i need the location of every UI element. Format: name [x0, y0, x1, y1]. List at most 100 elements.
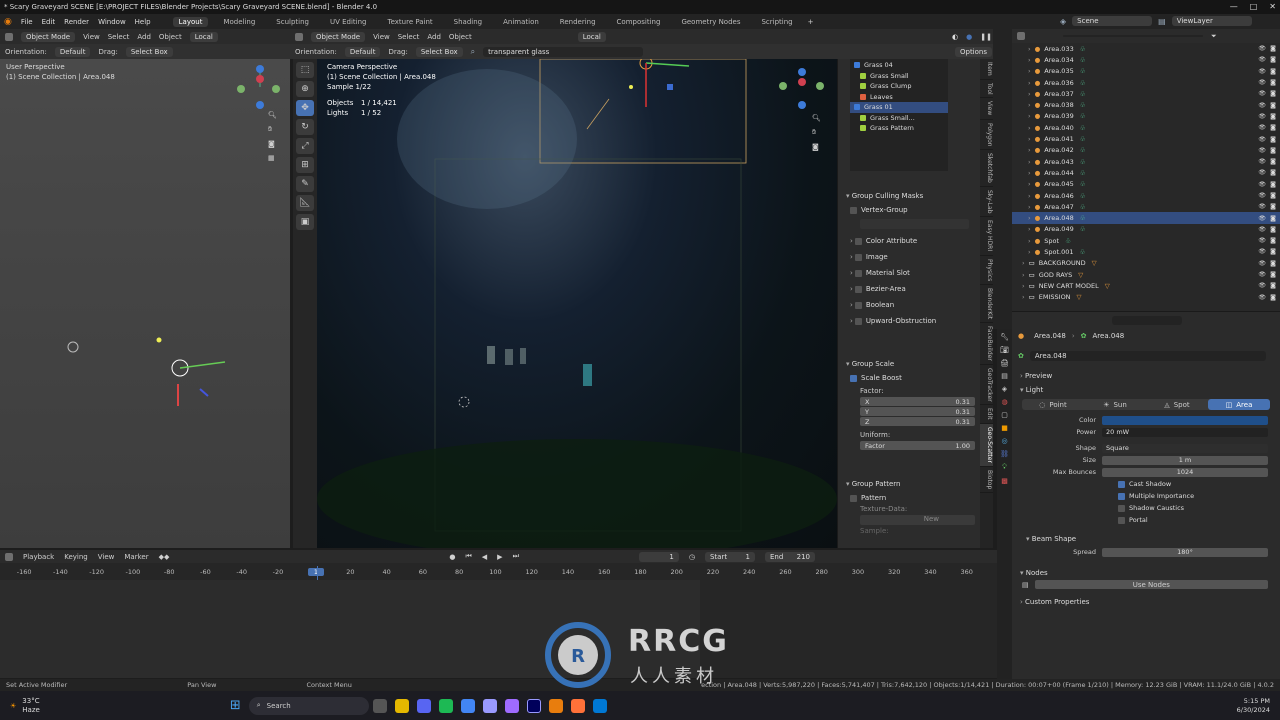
render-camera-icon[interactable]: ◙ [1270, 282, 1276, 289]
scatter-tree-item[interactable]: Grass Small [850, 71, 948, 82]
visibility-eye-icon[interactable]: 👁︎ [1258, 124, 1266, 131]
shape-select[interactable]: Square [1102, 443, 1268, 453]
left-menu-object[interactable]: Object [159, 33, 182, 41]
mask-row[interactable]: › Bezier-Area [838, 281, 981, 297]
cam-editor-type-icon[interactable] [295, 32, 303, 41]
sidebar-tab[interactable]: Sketchfab [980, 150, 993, 187]
scatter-tree-item[interactable]: Grass Pattern [850, 123, 948, 134]
discord-icon[interactable] [416, 698, 431, 713]
render-camera-icon[interactable]: ◙ [1270, 90, 1276, 97]
expand-arrow-icon[interactable]: › [1022, 293, 1025, 301]
tab-compositing[interactable]: Compositing [611, 17, 667, 27]
expand-arrow-icon[interactable]: › [1028, 112, 1031, 120]
light-option-row[interactable]: Shadow Caustics [1118, 502, 1280, 514]
left-drag-select[interactable]: Select Box [125, 46, 173, 57]
minimize-icon[interactable]: — [1230, 2, 1238, 11]
mask-expand-icon[interactable]: › [850, 237, 853, 245]
sidebar-tab[interactable]: FaceBuilder [980, 323, 993, 365]
visibility-eye-icon[interactable]: 👁︎ [1258, 181, 1266, 188]
add-cube-tool-icon[interactable]: ▣ [296, 214, 314, 230]
outliner-row[interactable]: › ● Area.048 ♧ 👁︎ ◙ [1012, 212, 1280, 224]
outliner-row[interactable]: › ● Area.041 ♧ 👁︎ ◙ [1012, 133, 1280, 144]
render-props-icon[interactable]: 📷︎ [1000, 346, 1009, 354]
render-camera-icon[interactable]: ◙ [1270, 124, 1276, 131]
cam-menu-view[interactable]: View [373, 33, 390, 41]
uniform-factor-field[interactable]: Factor 1.00 [860, 441, 975, 450]
search-input[interactable]: transparent glass [483, 46, 644, 57]
left-orientation-select[interactable]: Default [54, 46, 91, 57]
expand-arrow-icon[interactable]: › [1028, 56, 1031, 64]
outliner-row[interactable]: › ● Area.044 ♧ 👁︎ ◙ [1012, 167, 1280, 178]
expand-arrow-icon[interactable]: › [1028, 192, 1031, 200]
outliner-row[interactable]: › ● Spot.001 ♧ 👁︎ ◙ [1012, 246, 1280, 257]
light-type-sun[interactable]: ☀ Sun [1084, 399, 1146, 410]
visibility-eye-icon[interactable]: 👁︎ [1258, 294, 1266, 301]
render-camera-icon[interactable]: ◙ [1270, 102, 1276, 109]
task-view-icon[interactable] [372, 698, 387, 713]
mask-checkbox[interactable] [854, 269, 862, 277]
scene-selector[interactable]: Scene [1072, 16, 1153, 26]
visibility-eye-icon[interactable]: 👁︎ [1258, 45, 1266, 52]
outliner-row[interactable]: › ● Spot ♧ 👁︎ ◙ [1012, 235, 1280, 246]
file-explorer-icon[interactable] [394, 698, 409, 713]
add-workspace-icon[interactable]: + [808, 18, 814, 26]
outliner-row[interactable]: › ● Area.046 ♧ 👁︎ ◙ [1012, 190, 1280, 201]
firefox-icon[interactable] [570, 698, 585, 713]
use-nodes-button[interactable]: Use Nodes [1034, 580, 1268, 589]
after-effects-icon[interactable] [482, 698, 497, 713]
tab-scripting[interactable]: Scripting [755, 17, 798, 27]
object-props-icon[interactable]: ■ [1001, 424, 1008, 432]
cam-menu-select[interactable]: Select [398, 33, 420, 41]
sidebar-tab[interactable]: Sky-Lab [980, 187, 993, 218]
render-camera-icon[interactable]: ◙ [1270, 136, 1276, 143]
sidebar-tab[interactable]: Easy HDRI [980, 217, 993, 256]
options-button[interactable]: Options [954, 46, 992, 57]
scatter-tree-item[interactable]: Grass 01 [850, 102, 948, 113]
expand-arrow-icon[interactable]: › [1022, 282, 1025, 290]
sidebar-tab[interactable]: Physics [980, 256, 993, 285]
left-menu-view[interactable]: View [83, 33, 100, 41]
render-camera-icon[interactable]: ◙ [1270, 237, 1276, 244]
light-option-checkbox[interactable] [1118, 480, 1125, 488]
light-option-checkbox[interactable] [1118, 492, 1125, 500]
factor-y-field[interactable]: Y 0.31 [860, 407, 975, 416]
outliner-row[interactable]: › ▭ EMISSION ▽ 👁︎ ◙ [1012, 292, 1280, 303]
cam-transform-orient[interactable]: Local [577, 31, 606, 42]
expand-arrow-icon[interactable]: › [1022, 259, 1025, 267]
expand-arrow-icon[interactable]: › [1028, 237, 1031, 245]
edge-icon[interactable] [592, 698, 607, 713]
light-option-row[interactable]: Portal [1118, 514, 1280, 526]
visibility-eye-icon[interactable]: 👁︎ [1258, 136, 1266, 143]
maximize-icon[interactable]: □ [1250, 2, 1258, 11]
render-camera-icon[interactable]: ◙ [1270, 215, 1276, 222]
breadcrumb-data[interactable]: Area.048 [1093, 332, 1125, 340]
tab-layout[interactable]: Layout [172, 16, 209, 27]
cam-menu-add[interactable]: Add [427, 33, 441, 41]
view-layer-selector[interactable]: ViewLayer [1171, 16, 1252, 26]
texture-props-icon[interactable]: ▩ [1001, 477, 1008, 485]
new-texture-button[interactable]: New [860, 515, 975, 525]
spotify-icon[interactable] [438, 698, 453, 713]
sidebar-tab[interactable]: Biotop [980, 467, 993, 494]
menu-window[interactable]: Window [98, 18, 126, 26]
sidebar-tab[interactable]: BlenderKit [980, 285, 993, 324]
scatter-tree-item[interactable]: Grass Clump [850, 81, 948, 92]
cam-drag-select[interactable]: Select Box [415, 46, 463, 57]
menu-file[interactable]: File [21, 18, 33, 26]
cam-mode-select[interactable]: Object Mode [311, 31, 366, 42]
render-camera-icon[interactable]: ◙ [1270, 113, 1276, 120]
sidebar-tab[interactable]: Item [980, 59, 993, 80]
mask-expand-icon[interactable]: › [850, 301, 853, 309]
expand-arrow-icon[interactable]: › [1028, 146, 1031, 154]
mask-expand-icon[interactable]: › [850, 317, 853, 325]
light-gizmo[interactable] [60, 334, 240, 414]
tab-texture-paint[interactable]: Texture Paint [382, 17, 439, 27]
light-option-row[interactable]: Multiple Importance [1118, 490, 1280, 502]
expand-arrow-icon[interactable]: › [1028, 214, 1031, 222]
data-props-icon[interactable]: 💡︎ [1002, 463, 1007, 472]
expand-arrow-icon[interactable]: › [1028, 180, 1031, 188]
left-menu-select[interactable]: Select [108, 33, 130, 41]
scatter-tree-item[interactable]: Grass 04 [850, 60, 948, 71]
blender-taskbar-icon[interactable] [548, 698, 563, 713]
render-camera-icon[interactable]: ◙ [1270, 181, 1276, 188]
